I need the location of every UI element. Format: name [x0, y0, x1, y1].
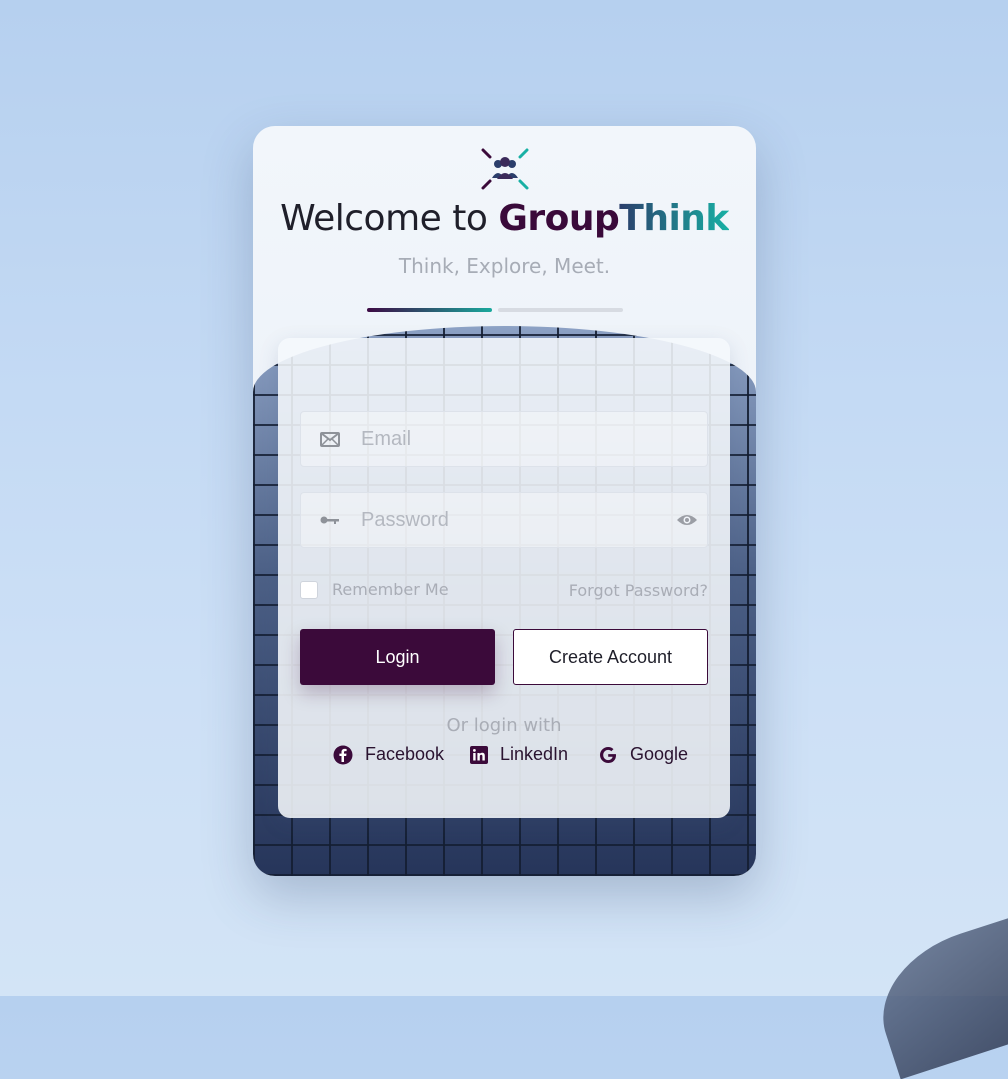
facebook-login[interactable]: Facebook — [333, 744, 444, 765]
password-input[interactable] — [359, 507, 667, 533]
page-title: Welcome to GroupThink — [253, 198, 756, 239]
brand-name-part2: Think — [619, 198, 729, 239]
facebook-icon — [333, 745, 353, 765]
forgot-password-link[interactable]: Forgot Password? — [569, 581, 708, 600]
google-login[interactable]: Google — [598, 744, 688, 765]
tab-indicator-login[interactable] — [367, 308, 492, 312]
remember-checkbox[interactable] — [300, 580, 318, 599]
linkedin-label: LinkedIn — [500, 744, 569, 764]
create-account-button[interactable]: Create Account — [513, 629, 708, 685]
key-icon — [301, 515, 359, 525]
mail-icon — [301, 431, 359, 447]
password-field[interactable] — [300, 492, 708, 548]
email-field[interactable] — [300, 411, 708, 467]
tagline: Think, Explore, Meet. — [398, 254, 611, 278]
group-logo-icon — [481, 148, 529, 190]
brand-name-part1: Group — [498, 198, 620, 239]
facebook-label: Facebook — [365, 744, 445, 764]
linkedin-login[interactable]: LinkedIn — [470, 744, 568, 765]
linkedin-icon — [470, 745, 488, 764]
login-form: Remember Me Forgot Password? Login Creat… — [278, 338, 730, 818]
email-input[interactable] — [359, 426, 707, 452]
title-welcome: Welcome to — [280, 198, 488, 239]
tab-indicator-signup[interactable] — [498, 308, 623, 312]
google-label: Google — [630, 744, 689, 764]
remember-label: Remember Me — [332, 580, 449, 599]
google-icon — [598, 745, 618, 765]
social-login-heading: Or login with — [446, 715, 562, 736]
login-card: Welcome to GroupThink Think, Explore, Me… — [253, 126, 756, 876]
remember-me[interactable]: Remember Me — [300, 580, 449, 599]
login-button[interactable]: Login — [300, 629, 495, 685]
show-password-icon[interactable] — [667, 513, 707, 527]
